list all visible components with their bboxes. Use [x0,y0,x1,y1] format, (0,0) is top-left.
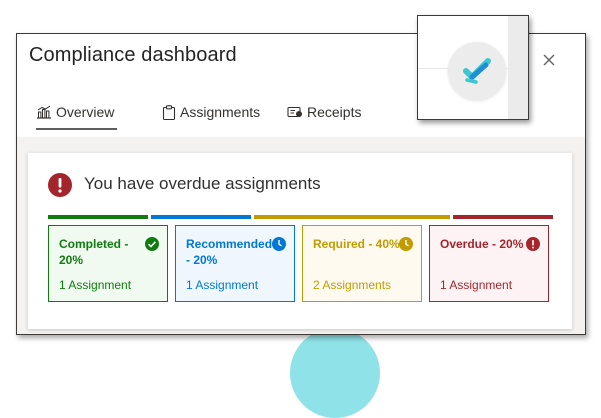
receipt-icon [287,105,303,119]
status-count: 2 Assignments [313,278,392,292]
tab-receipts[interactable]: Receipts [287,96,361,128]
clipboard-icon [162,104,176,120]
status-box-required[interactable]: Required - 40% 2 Assignments [302,225,422,302]
status-title: Overdue - 20% [440,237,524,251]
chart-icon [36,105,52,119]
progress-segment-completed [48,215,148,219]
tab-assignments[interactable]: Assignments [162,96,260,128]
tab-label-receipts: Receipts [307,104,362,120]
dialog-title: Compliance dashboard [29,44,237,66]
error-icon [526,237,540,251]
check-circle-icon [145,237,159,251]
alert-message: You have overdue assignments [84,174,321,193]
popup-scrollbar-strip [508,16,528,119]
tab-label-overview: Overview [56,104,115,120]
status-title: Completed - 20% [59,237,129,267]
app-logo-popup [417,15,529,120]
tab-overview[interactable]: Overview [36,96,118,130]
status-count: 1 Assignment [440,278,513,292]
tab-label-assignments: Assignments [180,104,261,120]
background-decoration [290,328,380,418]
error-icon [48,173,72,197]
progress-segment-overdue [453,215,553,219]
overview-content: You have overdue assignments Completed -… [17,137,585,334]
app-logo[interactable] [448,42,506,100]
status-box-recommended[interactable]: Recommended - 20% 1 Assignment [175,225,295,302]
status-count: 1 Assignment [186,278,259,292]
status-count: 1 Assignment [59,278,132,292]
close-button[interactable] [541,52,557,68]
status-box-overdue[interactable]: Overdue - 20% 1 Assignment [429,225,549,302]
status-box-completed[interactable]: Completed - 20% 1 Assignment [48,225,168,302]
close-icon [543,54,555,66]
progress-segment-required [254,215,450,219]
progress-segment-recommended [151,215,251,219]
status-title: Recommended - 20% [186,237,273,267]
status-card: You have overdue assignments Completed -… [28,153,572,329]
status-title: Required - 40% [313,237,400,251]
clock-icon [272,237,286,251]
clock-icon [399,237,413,251]
app-logo-icon [463,58,491,84]
